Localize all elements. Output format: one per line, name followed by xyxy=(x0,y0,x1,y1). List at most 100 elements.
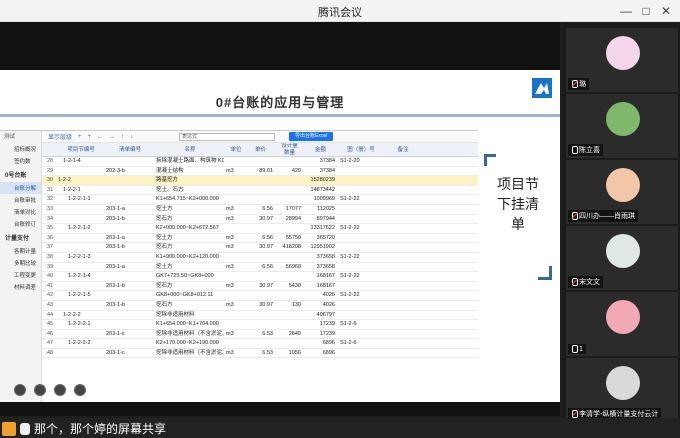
outdent-button[interactable]: ← xyxy=(97,134,103,140)
decor-bracket-top xyxy=(484,154,496,166)
add-button[interactable]: + xyxy=(78,134,82,140)
sidebar-group[interactable]: 0号台账 xyxy=(0,167,41,182)
cell-tu xyxy=(338,263,382,272)
cell-note xyxy=(382,186,422,195)
participant-tile[interactable]: 李清学-纵横计量支付云计 xyxy=(566,358,678,422)
formula-input[interactable]: 表达式 xyxy=(179,132,276,141)
table-row[interactable]: 48 203-1-c 挖除非适用材料（不含淤泥、岩m3 6.53 1056 6896 xyxy=(42,349,478,359)
sidebar-item[interactable]: 台账修订 xyxy=(0,218,41,230)
col-header-code: 项目节编号 xyxy=(67,147,95,153)
participant-tile[interactable]: 陈立喜 xyxy=(566,94,678,158)
sidebar-item[interactable]: 台账分解 xyxy=(0,182,41,194)
pen-icon[interactable] xyxy=(14,384,26,396)
move-down-button[interactable]: ↓ xyxy=(130,134,133,140)
participant-tile[interactable]: 四川办——肖雨琪 xyxy=(566,160,678,224)
export-excel-button[interactable]: 导出台账Excel xyxy=(289,132,334,141)
cell-unit: m3 xyxy=(226,301,234,308)
table-row[interactable]: 37 203-1-b 挖石方 m3 30.97 418208 12951902 xyxy=(42,243,478,253)
col-header-qty-label: 数量 xyxy=(283,150,295,156)
participant-tile[interactable]: 璐 xyxy=(566,28,678,92)
cell-tu: S1-2-6 xyxy=(340,321,357,328)
cell-no: 47 xyxy=(46,340,54,347)
table-row[interactable]: 40 1-2-2-1-4 GK7+725.50~GK8+000 168167 S1-2-… xyxy=(42,272,478,282)
cell-code: 1-2-2-2 xyxy=(63,311,81,318)
table-row[interactable]: 47 1-2-2-2-2 K2+170.000~K2+190.000 6896 S1-2… xyxy=(42,339,478,349)
cell-price xyxy=(246,224,276,233)
cell-qty xyxy=(276,157,304,166)
cell-tu xyxy=(338,282,382,291)
maximize-button[interactable]: □ xyxy=(638,3,654,19)
table-row[interactable]: 29 202-3-b 混凝土结构 m3 89.01 420 37384 xyxy=(42,167,478,177)
cell-price xyxy=(246,176,276,185)
table-row[interactable]: 34 203-1-b 挖石方 m3 30.97 28994 897944 xyxy=(42,215,478,225)
cell-qty: 5430 xyxy=(288,282,301,289)
highlight-icon[interactable] xyxy=(34,384,46,396)
add-child-button[interactable]: + xyxy=(88,134,92,140)
cell-tu xyxy=(338,186,382,195)
participant-tile[interactable]: 1 xyxy=(566,292,678,356)
cell-tu xyxy=(338,234,382,243)
table-row[interactable]: 39 203-1-a 挖土方 m3 6.56 56960 373658 xyxy=(42,263,478,273)
col-header-name: 名称 xyxy=(184,147,196,153)
table-row[interactable]: 46 203-1-c 挖除非适用材料（不含淤泥、岩m3 6.53 2640 17239 xyxy=(42,330,478,340)
cell-tu xyxy=(338,205,382,214)
sidebar-item[interactable]: 清单对比 xyxy=(0,206,41,218)
cell-amt: 4026 xyxy=(322,301,335,308)
col-header-list: 清单编号 xyxy=(118,147,141,153)
cell-unit xyxy=(224,195,246,204)
minimize-button[interactable]: — xyxy=(618,3,634,19)
table-row[interactable]: 38 1-2-2-1-3 K1+900.000~K2+120.000 373658 S1… xyxy=(42,253,478,263)
cell-qty xyxy=(276,253,304,262)
cell-tu xyxy=(338,176,382,185)
cell-unit xyxy=(224,253,246,262)
mic-icon[interactable] xyxy=(20,422,30,435)
cell-list xyxy=(104,339,154,348)
table-row[interactable]: 35 1-2-2-1-2 K2+000.000~K2+672.567 13317622… xyxy=(42,224,478,234)
cell-note xyxy=(382,195,422,204)
shape-icon[interactable] xyxy=(54,384,66,396)
table-row[interactable]: 44 1-2-2-2 挖除非适用材料 406797 xyxy=(42,311,478,321)
cell-amt: 373658 xyxy=(316,263,335,270)
cell-list: 203-1-c xyxy=(106,330,125,337)
cell-note xyxy=(382,291,422,300)
table-row[interactable]: 42 1-2-2-1-5 GK8+000~GK8+012.11 4026 S1-2-22 xyxy=(42,291,478,301)
close-button[interactable]: ✕ xyxy=(658,3,674,19)
table-row[interactable]: 32 1-2-2-1-1 K1+654.715~K2+000.000 1009969 S… xyxy=(42,195,478,205)
user-icon xyxy=(2,421,16,436)
cell-name: 挖土、石方 xyxy=(156,186,184,193)
cell-price: 30.97 xyxy=(259,301,273,308)
cell-no: 38 xyxy=(46,253,54,260)
level-dropdown[interactable]: 显示层级 xyxy=(48,132,72,141)
sidebar-item[interactable]: 多期比较 xyxy=(0,257,41,269)
participant-tile[interactable]: 宋文文 xyxy=(566,226,678,290)
sidebar-item[interactable]: 招标概况 xyxy=(0,143,41,155)
more-icon[interactable] xyxy=(74,384,86,396)
cell-qty: 17077 xyxy=(285,205,301,212)
indent-button[interactable]: → xyxy=(109,134,115,140)
table-row[interactable]: 36 203-1-a 挖土方 m3 6.56 55750 365720 xyxy=(42,234,478,244)
table-row[interactable]: 30 1-2-2 路基挖方 15280239 xyxy=(42,176,478,186)
cell-price xyxy=(246,291,276,300)
table-row[interactable]: 28 1-2-1-4 拆除混凝土路面、构筑物 K0+000 37384 S1-2-20 xyxy=(42,157,478,167)
sidebar-item[interactable]: 台账审批 xyxy=(0,194,41,206)
table-row[interactable]: 31 1-2-2-1 挖土、石方 14873442 xyxy=(42,186,478,196)
cell-unit: m3 xyxy=(226,349,234,356)
slide-divider xyxy=(0,114,560,117)
col-header-no xyxy=(42,143,56,156)
cell-unit xyxy=(224,291,246,300)
sidebar-item[interactable]: 材料调差 xyxy=(0,281,41,293)
table-row[interactable]: 41 203-1-b 挖石方 m3 30.97 5430 168167 xyxy=(42,282,478,292)
cell-list: 203-1-b xyxy=(106,215,125,222)
table-row[interactable]: 43 203-1-b 挖石方 m3 30.97 130 4026 xyxy=(42,301,478,311)
cell-code: 1-2-2-2-2 xyxy=(68,340,91,347)
table-row[interactable]: 45 1-2-2-2-1 K1+654.000~K1+704.000 17239 S1-… xyxy=(42,320,478,330)
table-header: 项目节编号 清单编号 名称 单位 单价 设计量 数量 金额 图（册）号 备注 xyxy=(42,143,478,157)
cell-price: 6.56 xyxy=(262,263,273,270)
sidebar-group[interactable]: 计量支付 xyxy=(0,230,41,245)
sidebar-item[interactable]: 各期计量 xyxy=(0,245,41,257)
sidebar-item[interactable]: 签约数 xyxy=(0,155,41,167)
sidebar-item[interactable]: 工程变更 xyxy=(0,269,41,281)
move-up-button[interactable]: ↑ xyxy=(121,134,124,140)
cell-qty: 420 xyxy=(291,167,301,174)
table-row[interactable]: 33 203-1-a 挖土方 m3 6.56 17077 112025 xyxy=(42,205,478,215)
